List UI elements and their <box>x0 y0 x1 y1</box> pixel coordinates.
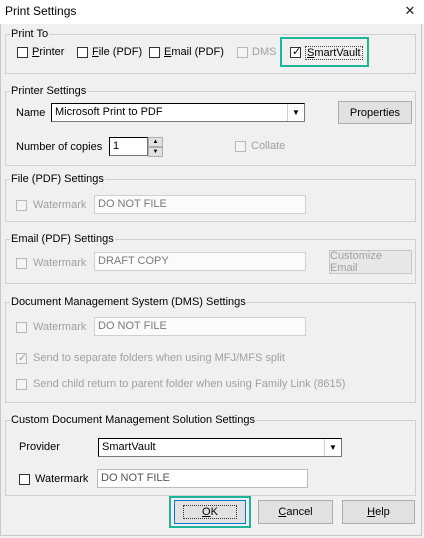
check-icon: ✓ <box>18 352 28 364</box>
printer-select[interactable]: Microsoft Print to PDF <box>51 103 305 122</box>
dms-checkbox[interactable] <box>237 47 248 58</box>
child-return-label: Send child return to parent folder when … <box>33 378 346 390</box>
custom-dms-legend: Custom Document Management Solution Sett… <box>10 414 256 426</box>
provider-dropdown-arrow[interactable]: ▼ <box>324 439 341 456</box>
file-watermark-value: DO NOT FILE <box>98 198 167 210</box>
customize-email-label: Customize Email <box>330 250 382 274</box>
dms-watermark-checkbox[interactable] <box>16 322 27 333</box>
email-watermark-label: Watermark <box>33 257 87 269</box>
chevron-down-icon: ▼ <box>292 108 300 117</box>
chevron-up-icon: ▲ <box>152 139 159 145</box>
smartvault-highlight <box>280 37 369 67</box>
chevron-down-icon: ▼ <box>152 149 159 155</box>
custom-watermark-value: DO NOT FILE <box>101 472 170 484</box>
dms-watermark-value: DO NOT FILE <box>98 320 167 332</box>
custom-watermark-input[interactable]: DO NOT FILE <box>97 469 308 488</box>
copies-down-button[interactable]: ▼ <box>148 147 163 157</box>
window-title: Print Settings <box>5 4 77 18</box>
printer-settings-legend: Printer Settings <box>10 85 88 97</box>
dms-label: DMS <box>252 46 277 58</box>
email-pdf-legend: Email (PDF) Settings <box>10 233 115 245</box>
properties-label: Properties <box>349 106 401 119</box>
file-watermark-label: Watermark <box>33 199 87 211</box>
chevron-down-icon: ▼ <box>329 443 337 452</box>
collate-label: Collate <box>251 140 286 152</box>
email-watermark-checkbox[interactable] <box>16 258 27 269</box>
child-return-checkbox[interactable] <box>16 379 27 390</box>
close-button[interactable]: ✕ <box>398 0 422 22</box>
email-pdf-label: Email (PDF) <box>164 46 224 58</box>
separate-folders-checkbox[interactable]: ✓ <box>16 352 28 364</box>
dms-legend: Document Management System (DMS) Setting… <box>10 296 247 308</box>
printer-dropdown-arrow[interactable]: ▼ <box>287 104 304 121</box>
file-pdf-label: File (PDF) <box>92 46 143 58</box>
properties-button[interactable]: Properties <box>338 101 412 124</box>
close-icon: ✕ <box>404 3 416 18</box>
printer-select-value: Microsoft Print to PDF <box>55 106 163 118</box>
help-button[interactable]: Help <box>342 500 415 524</box>
email-watermark-value: DRAFT COPY <box>98 255 169 267</box>
printer-name-label: Name <box>16 107 46 119</box>
printer-label: Printer <box>32 46 65 58</box>
copies-value: 1 <box>113 140 120 152</box>
collate-checkbox[interactable] <box>235 141 246 152</box>
customize-email-button[interactable]: Customize Email <box>329 250 412 274</box>
help-label: Help <box>367 506 390 518</box>
separate-folders-label: Send to separate folders when using MFJ/… <box>33 352 285 364</box>
file-pdf-checkbox[interactable] <box>77 47 88 58</box>
copies-input[interactable]: 1 <box>109 137 148 156</box>
copies-up-button[interactable]: ▲ <box>148 137 163 147</box>
dms-watermark-label: Watermark <box>33 321 87 333</box>
print-to-legend: Print To <box>10 28 50 40</box>
printer-checkbox[interactable] <box>17 47 28 58</box>
copies-label: Number of copies <box>16 141 103 153</box>
file-watermark-checkbox[interactable] <box>16 200 27 211</box>
provider-label: Provider <box>19 441 60 453</box>
custom-watermark-label: Watermark <box>35 473 89 485</box>
provider-select[interactable]: SmartVault <box>98 438 342 457</box>
file-pdf-legend: File (PDF) Settings <box>10 173 105 185</box>
ok-label: OK <box>183 505 237 519</box>
custom-watermark-checkbox[interactable] <box>19 474 30 485</box>
cancel-button[interactable]: Cancel <box>258 500 333 524</box>
email-pdf-checkbox[interactable] <box>149 47 160 58</box>
cancel-label: Cancel <box>278 506 313 518</box>
email-watermark-input[interactable]: DRAFT COPY <box>94 252 306 271</box>
provider-select-value: SmartVault <box>102 441 156 453</box>
file-watermark-input[interactable]: DO NOT FILE <box>94 195 306 214</box>
ok-button[interactable]: OK <box>174 500 246 524</box>
dms-watermark-input[interactable]: DO NOT FILE <box>94 317 306 336</box>
